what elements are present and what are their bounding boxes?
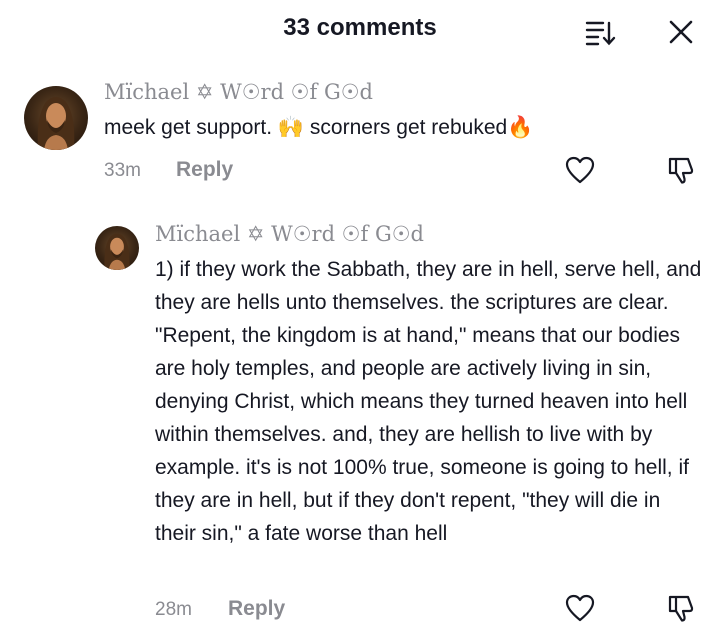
thumbs-down-icon — [666, 155, 696, 190]
avatar-portrait-icon — [104, 233, 130, 270]
sort-button[interactable] — [582, 16, 618, 52]
reply-button[interactable]: Reply — [228, 597, 285, 621]
comment-username[interactable]: Mïchael ✡ W☉rd ☉f G☉d — [104, 80, 373, 104]
heart-icon — [565, 156, 595, 189]
dislike-button[interactable] — [664, 155, 698, 189]
comments-panel: 33 comments Mïchael ✡ W☉rd ☉f G☉d meek g… — [0, 0, 720, 634]
comment-text: 1) if they work the Sabbath, they are in… — [155, 258, 702, 545]
reply-button[interactable]: Reply — [176, 158, 233, 182]
avatar-portrait-icon — [37, 97, 75, 150]
like-button[interactable] — [563, 593, 597, 627]
comment-time: 33m — [104, 160, 141, 181]
close-icon — [668, 19, 694, 50]
close-button[interactable] — [663, 16, 699, 52]
comment-time: 28m — [155, 599, 192, 620]
heart-icon — [565, 594, 595, 627]
avatar[interactable] — [95, 226, 139, 270]
comment-text: meek get support. 🙌 scorners get rebuked… — [104, 116, 534, 139]
thumbs-down-icon — [666, 593, 696, 628]
avatar[interactable] — [24, 86, 88, 150]
dislike-button[interactable] — [664, 593, 698, 627]
sort-icon — [584, 18, 616, 51]
comment-username[interactable]: Mïchael ✡ W☉rd ☉f G☉d — [155, 222, 424, 246]
like-button[interactable] — [563, 155, 597, 189]
comments-header: 33 comments — [0, 0, 720, 64]
